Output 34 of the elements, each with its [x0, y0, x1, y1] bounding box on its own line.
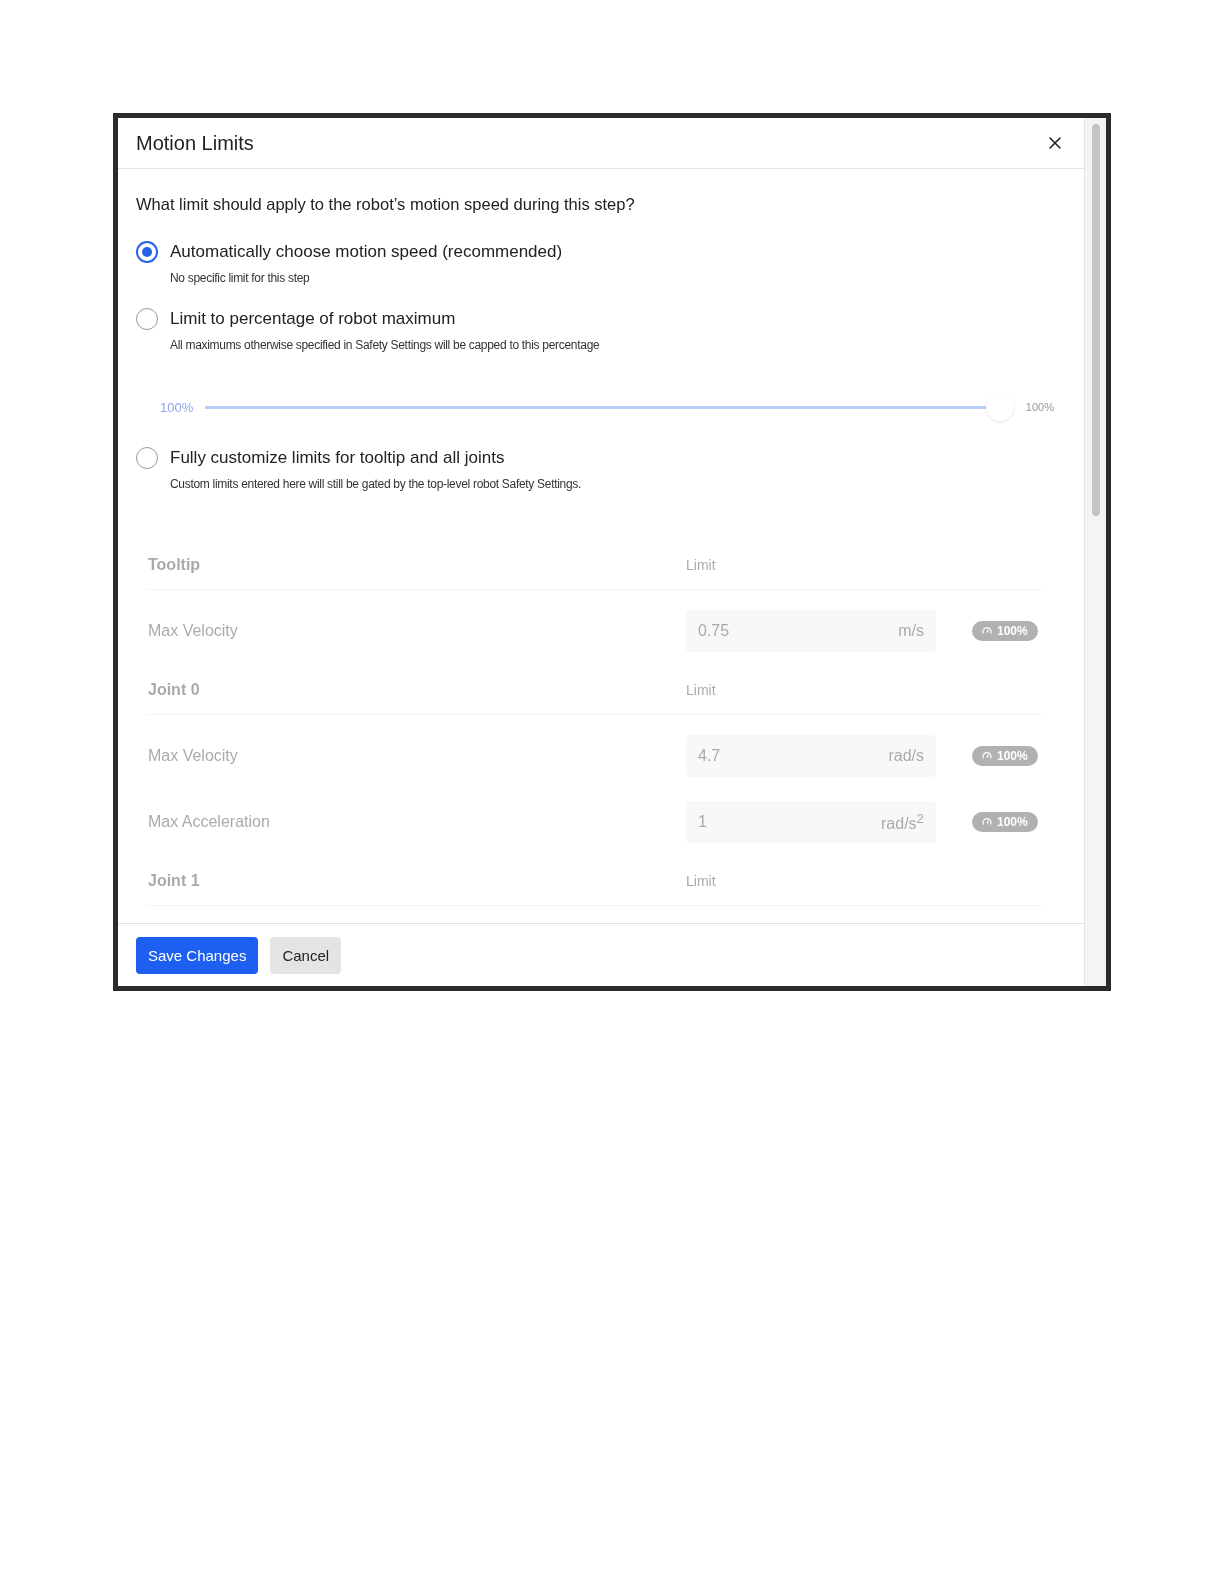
percent-badge: 100%: [972, 746, 1038, 766]
slider-track[interactable]: [205, 393, 1014, 421]
column-label: Limit: [686, 873, 716, 889]
dialog-title: Motion Limits: [136, 131, 254, 155]
unit-label: rad/s$^{2}$: [881, 810, 924, 834]
group-title: Joint 0: [148, 681, 201, 699]
limit-label: Max Velocity: [148, 747, 239, 765]
limit-label: Max Acceleration: [148, 813, 271, 831]
slider-value: 100%: [160, 399, 194, 415]
radio-button[interactable]: [136, 241, 158, 263]
option-description: Custom limits entered here will still be gated by the top-level robot Safety Settings.: [170, 477, 582, 491]
column-label: Limit: [686, 557, 716, 573]
scrollbar[interactable]: [1084, 118, 1106, 986]
percent-badge: 100%: [972, 812, 1038, 832]
gauge-icon: [982, 817, 992, 827]
gauge-icon: [982, 751, 992, 761]
option-label: Fully customize limits for tooltip and all joints: [170, 448, 506, 468]
question-text: What limit should apply to the robot’s motion speed during this step?: [136, 195, 636, 214]
column-label: Limit: [686, 682, 716, 698]
slider-max: 100%: [1025, 401, 1054, 413]
cancel-button[interactable]: Cancel: [270, 936, 342, 974]
option-label: Automatically choose motion speed (recommended): [170, 242, 563, 262]
limit-label: Max Velocity: [148, 622, 239, 640]
percent-badge: 100%: [972, 621, 1038, 641]
option-label: Limit to percentage of robot maximum: [170, 309, 457, 329]
option-description: No specific limit for this step: [170, 271, 311, 285]
option-description: All maximums otherwise specified in Safety Settings will be capped to this percentage: [170, 338, 600, 352]
close-icon: [1048, 136, 1062, 150]
group-title: Tooltip: [148, 556, 202, 574]
unit-label: m/s: [898, 622, 924, 640]
unit-label: rad/s: [888, 747, 924, 765]
gauge-icon: [982, 626, 992, 636]
save-button[interactable]: Save Changes: [136, 936, 259, 974]
group-title: Joint 1: [148, 872, 201, 890]
